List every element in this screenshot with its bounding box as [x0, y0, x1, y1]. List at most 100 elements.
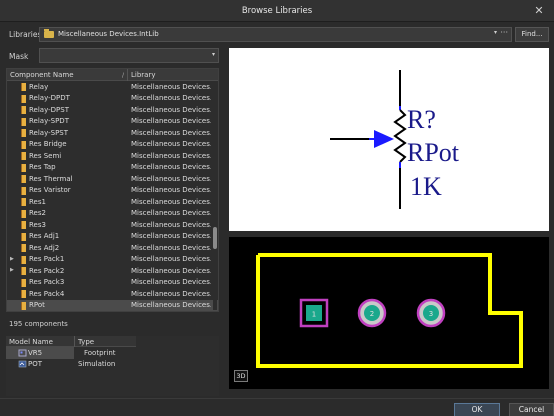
component-row[interactable]: Relay-SPDT Miscellaneous Devices.Int — [7, 116, 218, 128]
component-name: Res Tap — [29, 163, 56, 171]
libraries-dropdown[interactable]: Miscellaneous Devices.IntLib ▾ ··· — [39, 27, 512, 42]
column-header-library[interactable]: Library — [131, 71, 155, 79]
component-library: Miscellaneous Devices.Int — [131, 117, 211, 125]
component-library: Miscellaneous Devices.Int — [131, 209, 211, 217]
component-row[interactable]: Res Varistor Miscellaneous Devices.Int — [7, 185, 218, 197]
component-name: Res Pack2 — [29, 266, 65, 275]
component-name: Relay-DPDT — [29, 94, 70, 102]
component-row[interactable]: Relay-SPST Miscellaneous Devices.Int — [7, 127, 218, 139]
expand-arrow-icon[interactable]: ▶ — [10, 267, 14, 273]
component-name: Res Pack4 — [29, 289, 65, 298]
column-header-model-name[interactable]: Model Name — [9, 338, 53, 346]
component-icon — [21, 117, 26, 126]
chevron-down-icon[interactable]: ▾ — [212, 51, 215, 58]
model-type: Footprint — [84, 349, 116, 357]
component-icon — [21, 163, 26, 172]
footprint-icon — [18, 349, 27, 356]
component-name: Res Thermal — [29, 174, 73, 183]
component-name: Res Adj1 — [29, 232, 60, 240]
component-icon — [21, 106, 26, 114]
scrollbar-thumb[interactable] — [213, 227, 217, 249]
model-list[interactable]: Model Name Type VR5 Footprint POT Simula… — [6, 336, 219, 396]
component-name: Res Adj2 — [29, 243, 60, 252]
component-name: Res Semi — [29, 151, 62, 160]
expand-arrow-icon[interactable]: ▶ — [10, 256, 14, 262]
component-library: Miscellaneous Devices.Int — [131, 174, 211, 183]
component-name: Relay — [29, 82, 49, 91]
model-type: Simulation — [78, 360, 116, 368]
more-options-icon[interactable]: ··· — [500, 28, 508, 37]
component-name: RPot — [29, 301, 45, 309]
component-icon — [21, 232, 26, 241]
pcb-footprint-preview: 1 2 3 3D — [229, 237, 549, 389]
component-row[interactable]: Res Adj1 Miscellaneous Devices.Int — [7, 231, 218, 243]
component-row[interactable]: Res Pack4 Miscellaneous Devices.Int — [7, 288, 218, 300]
component-library: Miscellaneous Devices.Int — [131, 220, 211, 229]
vertical-scrollbar[interactable] — [213, 82, 217, 310]
component-row[interactable]: Relay Miscellaneous Devices.Int — [7, 81, 218, 93]
component-library: Miscellaneous Devices.Int — [131, 278, 211, 286]
component-name: Res Pack1 — [29, 255, 65, 263]
component-row[interactable]: ▶ Res Pack1 Miscellaneous Devices.Int — [7, 254, 218, 266]
3d-view-button[interactable]: 3D — [234, 370, 248, 382]
designator-text: R? — [407, 105, 436, 134]
component-row[interactable]: ▶ Res Pack2 Miscellaneous Devices.Int — [7, 265, 218, 277]
component-library: Miscellaneous Devices.Int — [131, 255, 211, 263]
component-icon — [21, 244, 26, 252]
value-text: 1K — [410, 172, 442, 201]
find-button[interactable]: Find... — [515, 27, 549, 42]
wiper-arrow-icon — [374, 130, 394, 148]
component-library: Miscellaneous Devices.Int — [131, 289, 211, 298]
component-row[interactable]: Res Adj2 Miscellaneous Devices.Int — [7, 242, 218, 254]
component-icon — [21, 152, 26, 160]
component-row[interactable]: Relay-DPST Miscellaneous Devices.Int — [7, 104, 218, 116]
component-icon — [21, 221, 26, 229]
model-row-footprint[interactable]: VR5 — [6, 347, 74, 359]
ok-button[interactable]: OK — [454, 403, 500, 416]
component-row[interactable]: Res3 Miscellaneous Devices.Int — [7, 219, 218, 231]
component-name: Relay-DPST — [29, 105, 69, 114]
pad-label: 1 — [312, 311, 316, 319]
component-row[interactable]: Res1 Miscellaneous Devices.Int — [7, 196, 218, 208]
mask-input[interactable]: ▾ — [39, 48, 219, 63]
component-name: Res Pack3 — [29, 278, 65, 286]
component-name: Res3 — [29, 220, 46, 229]
model-row-simulation[interactable]: POT Simulation — [6, 359, 136, 371]
component-library: Miscellaneous Devices.Int — [131, 243, 211, 252]
component-library: Miscellaneous Devices.Int — [131, 151, 211, 160]
component-icon — [21, 278, 26, 287]
component-library: Miscellaneous Devices.Int — [131, 140, 211, 148]
component-library: Miscellaneous Devices.Int — [131, 82, 211, 91]
component-row[interactable]: RPot Miscellaneous Devices.Int — [7, 299, 218, 311]
component-icon — [21, 83, 26, 91]
column-header-type[interactable]: Type — [78, 338, 94, 346]
component-icon — [21, 175, 26, 183]
window-title: Browse Libraries — [241, 6, 313, 16]
component-library: Miscellaneous Devices.Int — [131, 301, 211, 309]
component-library: Miscellaneous Devices.Int — [131, 128, 211, 137]
component-name: Res1 — [29, 197, 46, 206]
column-header-component-name[interactable]: Component Name — [10, 71, 74, 79]
component-row[interactable]: Res Bridge Miscellaneous Devices.Int — [7, 139, 218, 151]
component-list[interactable]: Component Name / Library Relay Miscellane… — [6, 68, 219, 312]
folder-icon — [44, 29, 54, 38]
column-divider[interactable] — [127, 69, 128, 81]
component-name: Relay-SPST — [29, 128, 69, 137]
pad-label: 2 — [370, 310, 374, 318]
pad-2: 2 — [357, 298, 387, 328]
chevron-down-icon[interactable]: ▾ — [494, 29, 497, 36]
component-row[interactable]: Res Semi Miscellaneous Devices.Int — [7, 150, 218, 162]
component-row[interactable]: Res Thermal Miscellaneous Devices.Int — [7, 173, 218, 185]
cancel-button[interactable]: Cancel — [509, 403, 554, 416]
title-bar: Browse Libraries ✕ — [0, 0, 554, 22]
component-row[interactable]: Res Pack3 Miscellaneous Devices.Int — [7, 277, 218, 289]
component-row[interactable]: Res2 Miscellaneous Devices.Int — [7, 208, 218, 220]
component-row[interactable]: Relay-DPDT Miscellaneous Devices.Int — [7, 93, 218, 105]
schematic-preview: R? RPot 1K — [229, 48, 549, 231]
component-row[interactable]: Res Tap Miscellaneous Devices.Int — [7, 162, 218, 174]
component-library: Miscellaneous Devices.Int — [131, 197, 211, 206]
column-divider[interactable] — [74, 336, 75, 347]
component-library: Miscellaneous Devices.Int — [131, 105, 211, 114]
component-outline — [256, 253, 523, 368]
close-icon[interactable]: ✕ — [532, 0, 546, 22]
